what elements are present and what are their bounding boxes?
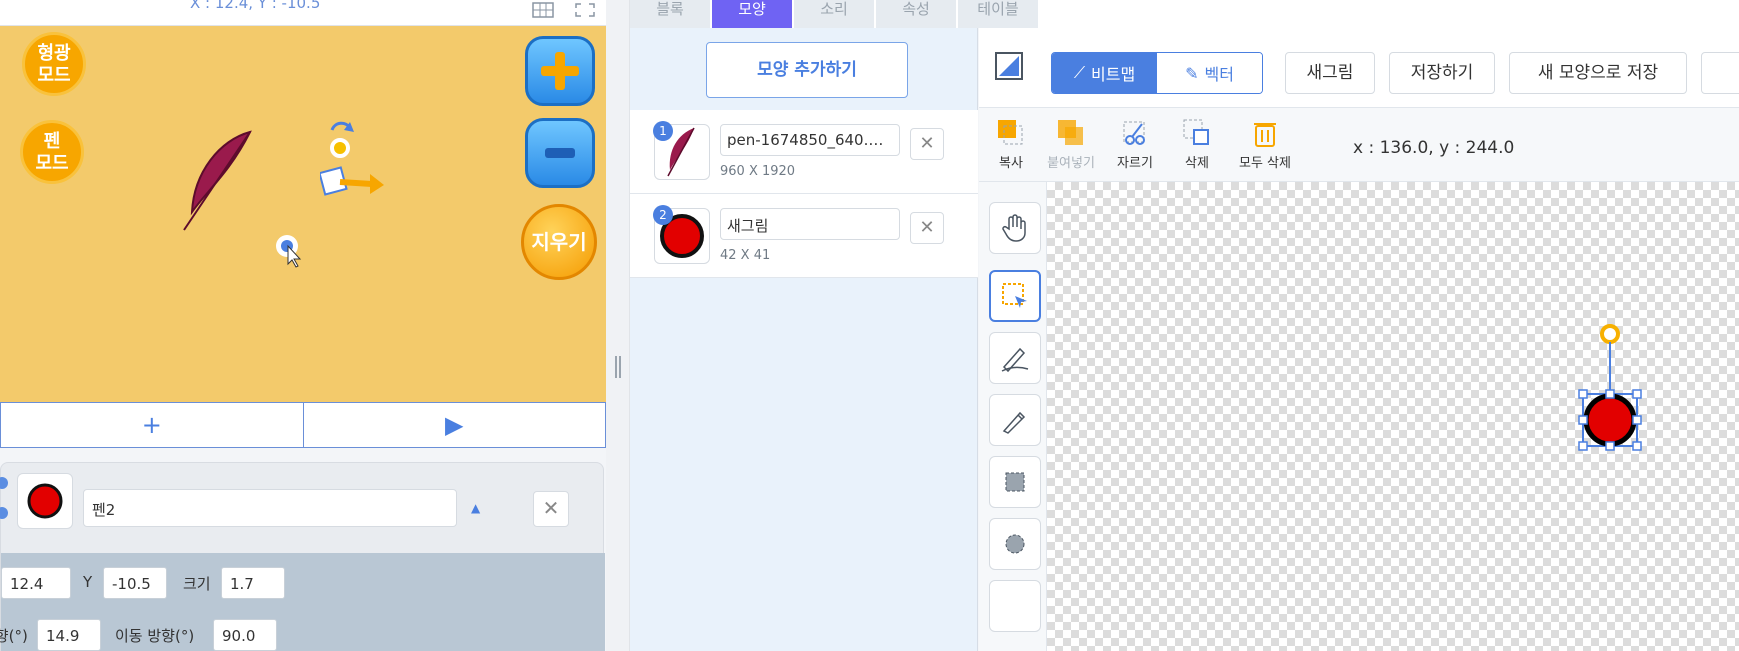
trash-all-icon xyxy=(1254,123,1276,147)
sprite-thumbnail xyxy=(17,473,73,529)
pencil-tool[interactable] xyxy=(989,394,1041,446)
shape-delete-button[interactable]: ✕ xyxy=(910,212,944,244)
shape-number-badge: 2 xyxy=(653,205,673,225)
erase-button[interactable]: 지우기 xyxy=(521,204,597,280)
tab-properties[interactable]: 속성 xyxy=(876,0,956,28)
feather-sprite[interactable] xyxy=(180,126,260,236)
size-value-field[interactable]: 1.7 xyxy=(221,567,285,599)
delete-tool[interactable]: 삭제 xyxy=(1165,118,1229,171)
shape-delete-button[interactable]: ✕ xyxy=(910,128,944,160)
edit-toolbar: 복사 붙여넣기 자르기 삭제 모두 삭제 x : 136.0, y : 244.… xyxy=(979,108,1739,182)
hand-icon xyxy=(1002,214,1026,242)
paste-tool[interactable]: 붙여넣기 xyxy=(1039,118,1103,171)
fullscreen-icon[interactable] xyxy=(574,2,596,18)
select-icon xyxy=(1002,283,1027,308)
splitter-grip-icon[interactable] xyxy=(615,356,621,378)
plus-icon xyxy=(541,52,579,90)
shape-dimensions: 960 X 1920 xyxy=(720,164,796,179)
effect-mode-button[interactable]: 형광 모드 xyxy=(22,32,86,96)
red-circle-icon xyxy=(27,483,63,519)
tab-sounds[interactable]: 소리 xyxy=(794,0,874,28)
bitmap-mode-button[interactable]: ⟋ 비트맵 xyxy=(1052,53,1157,93)
ellipse-tool[interactable] xyxy=(989,518,1041,570)
cut-tool[interactable]: 자르기 xyxy=(1103,118,1167,171)
trash-icon xyxy=(1183,119,1209,145)
rectangle-tool[interactable] xyxy=(989,456,1041,508)
select-tool[interactable] xyxy=(989,270,1041,322)
selected-red-circle[interactable] xyxy=(1575,320,1645,460)
panel-splitter[interactable] xyxy=(606,0,630,651)
save-button[interactable]: 저장하기 xyxy=(1389,52,1495,94)
shape-list-item[interactable]: 1 pen-1674850_640.… 960 X 1920 ✕ xyxy=(630,110,978,194)
shape-thumbnail: 1 xyxy=(653,121,710,180)
move-direction-value-field[interactable]: 90.0 xyxy=(213,619,277,651)
y-value-field[interactable]: -10.5 xyxy=(103,567,167,599)
editor-tabs: 블록 모양 소리 속성 테이블 xyxy=(630,0,1739,28)
rectangle-icon xyxy=(1005,472,1025,492)
run-button[interactable]: ▶ xyxy=(304,403,606,447)
zoom-in-button[interactable] xyxy=(525,36,595,106)
new-drawing-button[interactable]: 새그림 xyxy=(1285,52,1375,94)
minus-icon xyxy=(545,148,575,158)
direction-value-field[interactable]: 14.9 xyxy=(37,619,101,651)
pen-mode-button[interactable]: 펜 모드 xyxy=(20,120,84,184)
add-object-button[interactable]: + xyxy=(1,403,304,447)
mouse-cursor-icon xyxy=(276,235,302,268)
copy-icon xyxy=(998,120,1023,145)
resize-canvas-icon[interactable] xyxy=(993,50,1025,82)
paint-toolbar: ⟋ 비트맵 ✎ 벡터 새그림 저장하기 새 모양으로 저장 xyxy=(979,28,1739,108)
delete-all-tool[interactable]: 모두 삭제 xyxy=(1233,118,1297,171)
ellipse-icon xyxy=(1005,534,1025,554)
sprite-name-field[interactable]: 펜2 xyxy=(83,489,457,527)
rotate-handle-icon[interactable] xyxy=(320,118,390,208)
visibility-dot[interactable] xyxy=(0,477,8,489)
paint-editor: ⟋ 비트맵 ✎ 벡터 새그림 저장하기 새 모양으로 저장 복사 붙여넣기 자르기 xyxy=(979,28,1739,651)
zoom-out-button[interactable] xyxy=(525,118,595,188)
sprite-info-panel: 펜2 ▲ ✕ 12.4 Y -10.5 크기 1.7 방향(°) 14.9 이동… xyxy=(0,462,605,651)
pen-icon xyxy=(1001,347,1029,373)
paste-icon xyxy=(1058,120,1083,145)
direction-label: 방향(°) xyxy=(0,627,28,645)
x-value-field[interactable]: 12.4 xyxy=(1,567,71,599)
shape-number-badge: 1 xyxy=(653,121,673,141)
vector-pen-icon: ✎ xyxy=(1185,63,1199,83)
collapse-arrow-icon[interactable]: ▲ xyxy=(471,501,480,515)
more-tool[interactable] xyxy=(989,580,1041,632)
shape-list-item[interactable]: 2 새그림 42 X 41 ✕ xyxy=(630,194,978,278)
move-direction-label: 이동 방향(°) xyxy=(115,627,195,645)
pen-tool[interactable] xyxy=(989,332,1041,384)
stage-coordinate-readout: X : 12.4, Y : -10.5 xyxy=(190,0,321,12)
stage-canvas[interactable]: 형광 모드 펜 모드 지우기 xyxy=(0,26,606,402)
save-as-new-shape-button[interactable]: 새 모양으로 저장 xyxy=(1509,52,1687,94)
drawing-tools xyxy=(979,182,1047,651)
lock-dot[interactable] xyxy=(0,507,8,519)
bitmap-vector-toggle: ⟋ 비트맵 ✎ 벡터 xyxy=(1051,52,1263,94)
sprite-properties: 12.4 Y -10.5 크기 1.7 방향(°) 14.9 이동 방향(°) … xyxy=(0,553,605,651)
tab-table[interactable]: 테이블 xyxy=(958,0,1038,28)
stage-header: X : 12.4, Y : -10.5 xyxy=(0,0,610,26)
shape-list-panel: 모양 추가하기 1 pen-1674850_640.… 960 X 1920 ✕… xyxy=(630,28,978,651)
stage-controls: + ▶ xyxy=(0,402,606,448)
shape-name-field[interactable]: pen-1674850_640.… xyxy=(720,124,900,156)
bitmap-icon: ⟋ xyxy=(1073,63,1086,82)
hand-tool[interactable] xyxy=(989,202,1041,254)
vector-mode-button[interactable]: ✎ 벡터 xyxy=(1157,53,1262,93)
sprite-delete-button[interactable]: ✕ xyxy=(533,491,569,527)
cursor-coordinate-readout: x : 136.0, y : 244.0 xyxy=(1353,138,1515,158)
tab-blocks[interactable]: 블록 xyxy=(630,0,710,28)
paint-canvas[interactable] xyxy=(1047,182,1739,651)
size-label: 크기 xyxy=(183,575,211,593)
pencil-icon xyxy=(1002,411,1026,434)
tab-shapes[interactable]: 모양 xyxy=(712,0,792,28)
shape-dimensions: 42 X 41 xyxy=(720,248,771,263)
add-shape-button[interactable]: 모양 추가하기 xyxy=(706,42,908,98)
shape-name-field[interactable]: 새그림 xyxy=(720,208,900,240)
y-label: Y xyxy=(83,573,93,591)
grid-icon[interactable] xyxy=(532,2,554,18)
more-toolbar-button[interactable] xyxy=(1701,52,1739,94)
copy-tool[interactable]: 복사 xyxy=(979,118,1043,171)
shape-thumbnail: 2 xyxy=(653,205,710,264)
scissors-icon xyxy=(1123,121,1145,145)
